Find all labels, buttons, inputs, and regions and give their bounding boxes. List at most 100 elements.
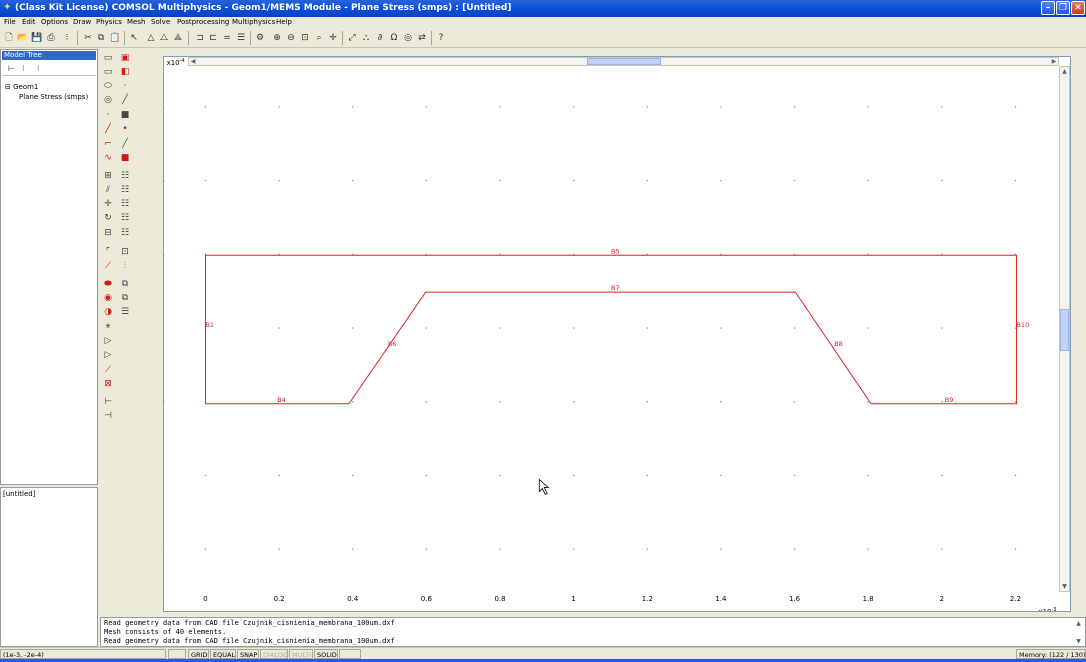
draw-square-icon[interactable]: ◧	[119, 66, 131, 78]
intersection-icon[interactable]: ◉	[102, 292, 114, 304]
boundary-mode-icon[interactable]: ⟁	[172, 32, 184, 44]
zoom-in-icon[interactable]: ⊕	[271, 32, 283, 44]
tree-view-icon[interactable]: ⊢	[8, 64, 15, 74]
menu-physics[interactable]: Physics	[96, 17, 122, 28]
log-scroll-down-icon[interactable]: ▼	[1074, 637, 1083, 646]
scale-icon[interactable]: ⊟	[102, 227, 114, 239]
solve-icon[interactable]: ⚙	[254, 32, 266, 44]
geometry-canvas[interactable]: 00.20.40.60.811.21.41.61.822.286420-2-4 …	[163, 56, 1071, 612]
minimize-button[interactable]: –	[1041, 1, 1055, 15]
copy-icon[interactable]: ⧉	[95, 32, 107, 44]
coerce-icon[interactable]: ⊡	[119, 246, 131, 258]
paste-icon[interactable]: 📋	[109, 32, 121, 44]
plot-parameters-icon[interactable]: ⤢	[346, 32, 358, 44]
delete-object-icon[interactable]: ▷	[102, 349, 114, 361]
status-solid-toggle[interactable]: SOLID	[314, 649, 338, 659]
new-file-icon[interactable]: 🗋	[3, 32, 15, 44]
tree-root-geom1[interactable]: ⊟ Geom1	[5, 82, 38, 92]
compose-icon[interactable]: ☷	[119, 212, 131, 224]
menu-multiphysics[interactable]: Multiphysics	[232, 17, 275, 28]
horizontal-scrollbar[interactable]: ◀ ▶	[188, 57, 1059, 66]
line-icon[interactable]: ╱	[119, 94, 131, 106]
tree-item-plane-stress[interactable]: Plane Stress (smps)	[19, 92, 88, 102]
draw-solid-rectangle-icon[interactable]: ▣	[119, 52, 131, 64]
quadratic-curve-icon[interactable]: ⌐	[102, 138, 114, 150]
detail-view-icon[interactable]: ⁝	[22, 64, 25, 74]
create-composite-icon[interactable]: ⚹	[102, 320, 114, 332]
intersect-list-icon[interactable]: ☷	[119, 184, 131, 196]
maximize-button[interactable]: ❐	[1056, 1, 1070, 15]
revolve-icon[interactable]: ⧉	[119, 292, 131, 304]
solid-square-icon[interactable]: ■	[119, 109, 131, 121]
status-dialog-toggle[interactable]: DIALOG	[260, 649, 288, 659]
embed-icon[interactable]: ☰	[119, 306, 131, 318]
close-button[interactable]: ✕	[1071, 1, 1085, 15]
log-scroll-up-icon[interactable]: ▲	[1074, 619, 1083, 628]
move-icon[interactable]: ✛	[102, 198, 114, 210]
menu-options[interactable]: Options	[41, 17, 68, 28]
ohm-icon[interactable]: Ω	[388, 32, 400, 44]
ellipse-icon[interactable]: ⬭	[102, 80, 114, 92]
split-object-icon[interactable]: ▷	[102, 335, 114, 347]
overview-icon[interactable]: ⁝	[37, 64, 40, 74]
point-mode-icon[interactable]: ⧍	[158, 32, 170, 44]
line-segment-icon[interactable]: ╱	[102, 123, 114, 135]
vertical-scrollbar[interactable]: ▲ ▼	[1059, 66, 1070, 592]
fillet-icon[interactable]: ⌜	[102, 246, 114, 258]
rotate-icon[interactable]: ↻	[102, 212, 114, 224]
print-icon[interactable]: ⎙	[45, 32, 57, 44]
ellipse-centered-icon[interactable]: ◎	[102, 94, 114, 106]
geometry-object[interactable]	[204, 254, 1018, 405]
cubic-curve-icon[interactable]: ∿	[102, 152, 114, 164]
zoom-selected-icon[interactable]: ✛	[327, 32, 339, 44]
horizontal-scroll-thumb[interactable]	[587, 58, 661, 65]
open-file-icon[interactable]: 📂	[17, 32, 29, 44]
split-icon[interactable]: ☷	[119, 227, 131, 239]
vertical-scroll-thumb[interactable]	[1060, 309, 1069, 351]
zoom-extents-icon[interactable]: ⌕	[313, 32, 325, 44]
scale-icon[interactable]: ∂	[374, 32, 386, 44]
scroll-right-icon[interactable]: ▶	[1050, 58, 1058, 65]
subdomain-settings-icon[interactable]: ⊐	[194, 32, 206, 44]
status-multi-toggle[interactable]: MULTI	[289, 649, 313, 659]
collapse-icon[interactable]: ⊟	[5, 83, 13, 91]
globe-icon[interactable]: ◎	[402, 32, 414, 44]
difference-list-icon[interactable]: ☷	[119, 198, 131, 210]
menu-solve[interactable]: Solve	[151, 17, 170, 28]
scroll-left-icon[interactable]: ◀	[189, 58, 197, 65]
outer-rectangle-boundary[interactable]	[204, 254, 1018, 405]
tangent-icon[interactable]: ⟋	[102, 260, 114, 272]
dimension-icon[interactable]: ⊢	[102, 396, 114, 408]
status-equal-toggle[interactable]: EQUAL	[210, 649, 236, 659]
red-square-icon[interactable]: ■	[119, 152, 131, 164]
draw-mode-icon[interactable]: △	[145, 32, 157, 44]
draw-line-icon[interactable]: ╱	[119, 138, 131, 150]
delete-interior-icon[interactable]: ⫶	[119, 260, 131, 272]
model-navigator-icon[interactable]: ⁝	[61, 32, 73, 44]
mirror-icon[interactable]: ⫽	[102, 184, 114, 196]
rectangle-centered-icon[interactable]: ▭	[102, 66, 114, 78]
mesh-init-icon[interactable]: ☰	[235, 32, 247, 44]
red-point-icon[interactable]: •	[119, 123, 131, 135]
point-small-icon[interactable]: ·	[119, 80, 131, 92]
help-icon[interactable]: ?	[435, 32, 447, 44]
get-data-icon[interactable]: ⛬	[360, 32, 372, 44]
equation-system-icon[interactable]: =	[221, 32, 233, 44]
union-icon[interactable]: ⬬	[102, 278, 114, 290]
point-icon[interactable]: ·	[102, 109, 114, 121]
draw-arrow-icon[interactable]: ⇄	[416, 32, 428, 44]
pointer-icon[interactable]: ↖	[128, 32, 140, 44]
scroll-up-icon[interactable]: ▲	[1060, 67, 1069, 76]
measure-icon[interactable]: ⊣	[102, 410, 114, 422]
coerce-to-solid-icon[interactable]: ⊠	[102, 378, 114, 390]
cut-icon[interactable]: ✂	[82, 32, 94, 44]
rectangle-icon[interactable]: ▭	[102, 52, 114, 64]
zoom-window-icon[interactable]: ⊡	[299, 32, 311, 44]
zoom-out-icon[interactable]: ⊖	[285, 32, 297, 44]
difference-icon[interactable]: ◑	[102, 306, 114, 318]
extrude-icon[interactable]: ⧉	[119, 278, 131, 290]
menu-draw[interactable]: Draw	[73, 17, 91, 28]
menu-help[interactable]: Help	[276, 17, 292, 28]
menu-file[interactable]: File	[4, 17, 16, 28]
save-icon[interactable]: 💾	[31, 32, 43, 44]
